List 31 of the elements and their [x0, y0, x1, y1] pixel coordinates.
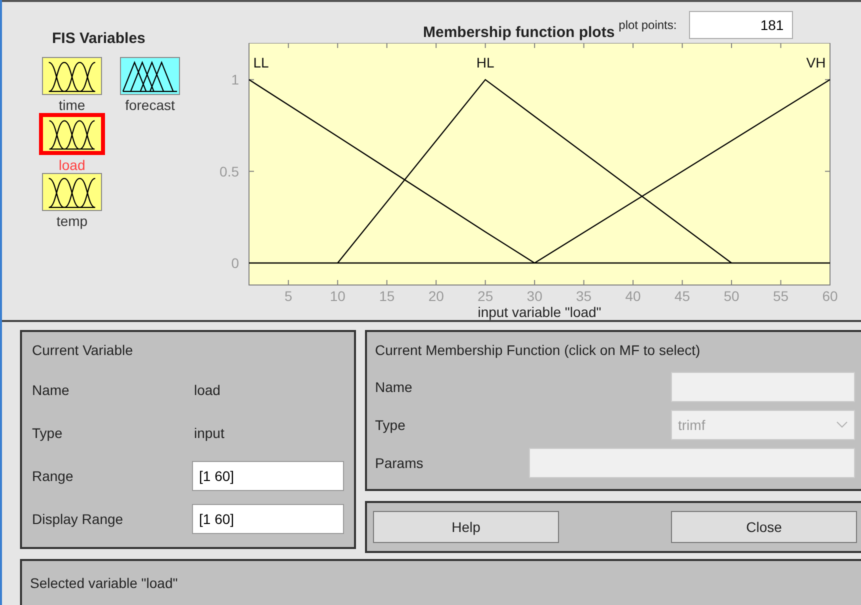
- axis-tick-label: 20: [428, 288, 444, 304]
- field-label: Type: [32, 424, 64, 440]
- field-label: Type: [375, 417, 406, 433]
- axis-tick-label: 55: [772, 288, 789, 304]
- axis-tick-label: 25: [478, 288, 494, 304]
- axis-tick-label: 45: [674, 288, 690, 304]
- field-value: load: [194, 382, 220, 398]
- field-label: Name: [32, 382, 70, 398]
- field-label: Params: [375, 455, 424, 471]
- field-label: Name: [375, 379, 412, 395]
- field-label: Display Range: [32, 510, 124, 526]
- axis-tick-label: 0: [231, 255, 239, 271]
- axis-tick-label: 0.5: [220, 163, 239, 180]
- axis-tick-label: 60: [822, 288, 838, 304]
- plot-title: Membership function plots: [423, 24, 615, 41]
- field-value: input: [194, 424, 224, 440]
- axis-label: input variable "load": [476, 305, 602, 319]
- panel-title: Current Membership Function (click on MF to select): [375, 342, 702, 358]
- axis-tick-label: 1: [231, 72, 239, 88]
- panel-title: FIS Variables: [52, 30, 146, 47]
- axis-tick-label: 35: [576, 288, 592, 304]
- field-label: Range: [32, 468, 74, 484]
- axis-tick-label: 10: [330, 288, 346, 304]
- axis-tick-label: 30: [526, 288, 542, 304]
- axis-tick-label: 15: [379, 288, 395, 304]
- plot-points-label: plot points:: [618, 18, 677, 32]
- panel-title: Current Variable: [32, 342, 134, 358]
- axis-tick-label: 50: [724, 288, 740, 304]
- axis-tick-label: 5: [284, 288, 292, 304]
- axis-tick-label: 40: [625, 288, 641, 304]
- status-message: Selected variable "load": [30, 575, 178, 591]
